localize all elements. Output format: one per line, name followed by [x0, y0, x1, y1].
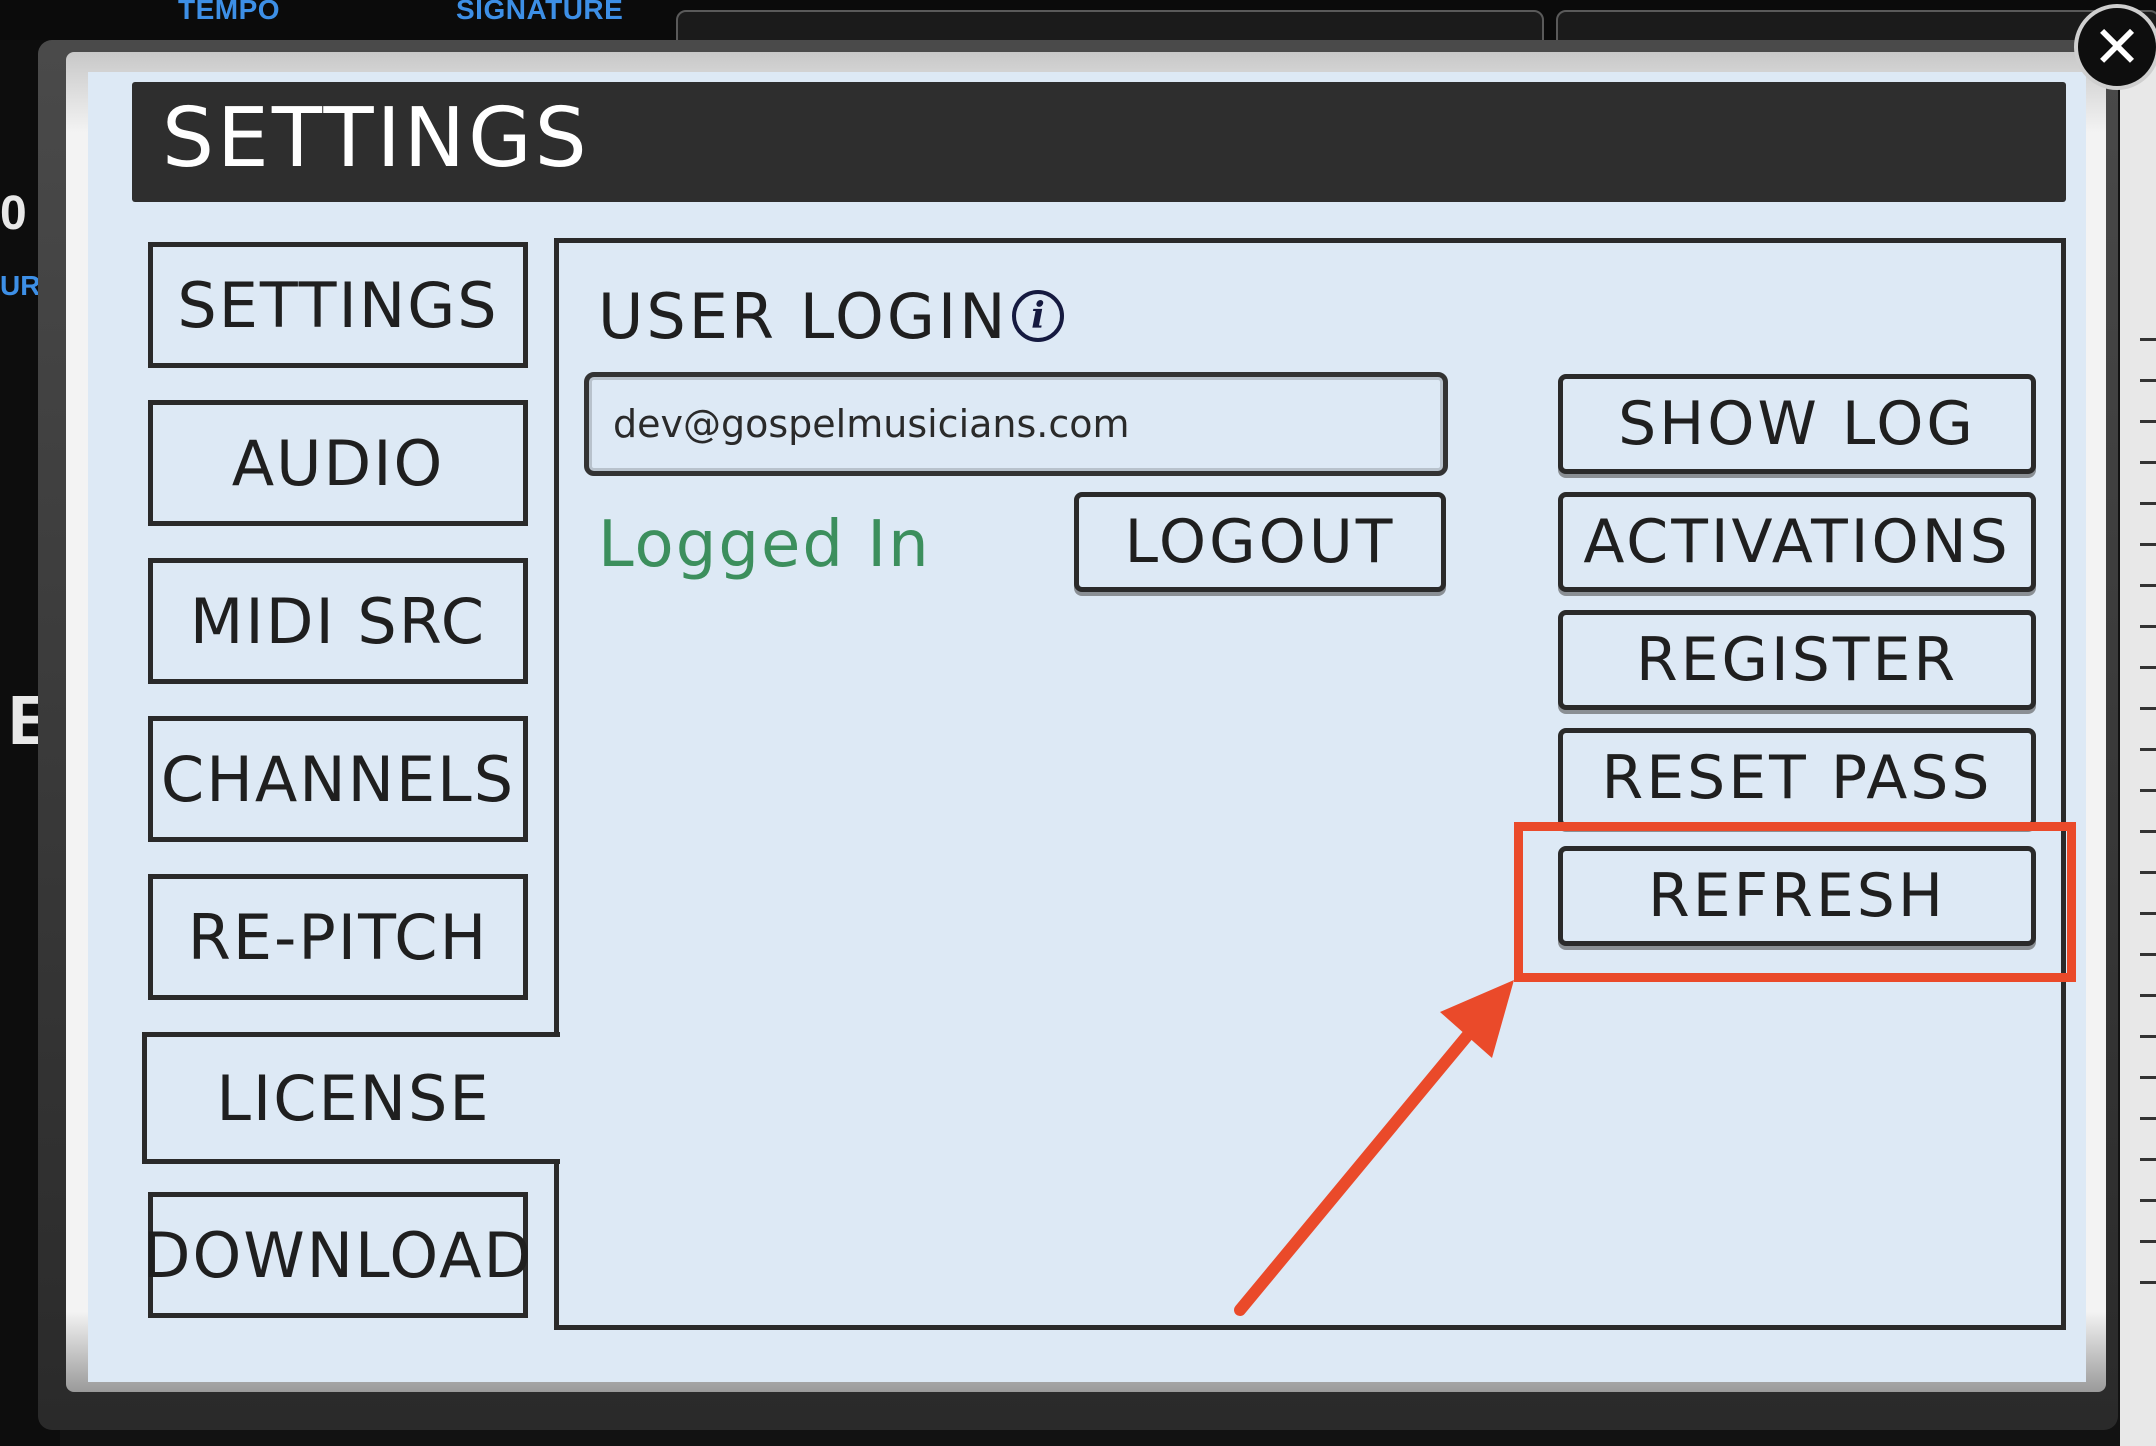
annotation-arrow-icon: [1234, 980, 1514, 1316]
close-icon[interactable]: ✕: [2074, 4, 2156, 90]
